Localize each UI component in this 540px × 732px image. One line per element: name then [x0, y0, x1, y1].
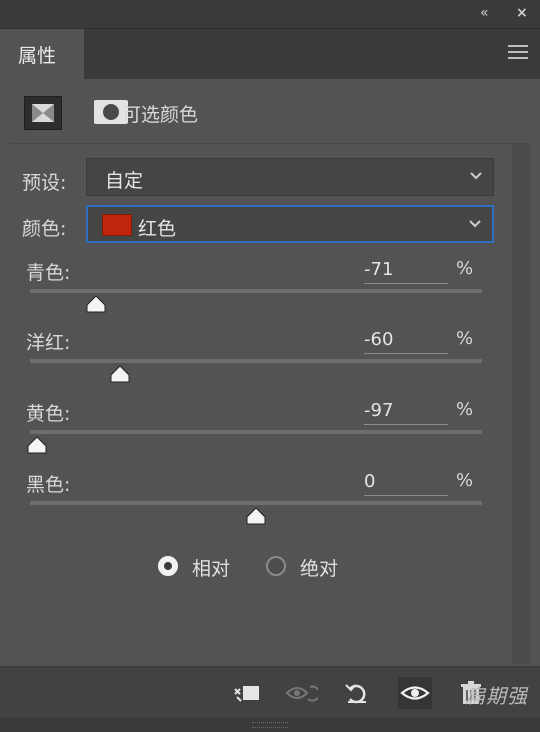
magenta-slider-thumb[interactable] [109, 365, 131, 383]
clip-to-layer-icon[interactable] [230, 677, 264, 709]
colors-value: 红色 [138, 218, 177, 240]
yellow-label: 黄色: [26, 403, 71, 425]
cyan-label: 青色: [26, 262, 71, 284]
tab-label: 属性 [18, 45, 57, 67]
collapse-icon[interactable]: « [480, 4, 489, 22]
chevron-down-icon [469, 220, 481, 228]
magenta-label: 洋红: [26, 332, 71, 354]
view-previous-state-icon[interactable] [284, 677, 318, 709]
black-label: 黑色: [26, 474, 71, 496]
magenta-slider-track[interactable] [30, 359, 482, 363]
panel-title-bar: « × [0, 0, 540, 29]
yellow-slider-thumb[interactable] [26, 436, 48, 454]
relative-radio[interactable] [158, 556, 178, 576]
tab-row: 属性 [0, 29, 540, 79]
scrollbar[interactable] [512, 144, 530, 664]
colors-dropdown[interactable]: 红色 [86, 205, 494, 243]
tab-properties[interactable]: 属性 [0, 29, 84, 79]
cyan-slider-thumb[interactable] [85, 295, 107, 313]
yellow-value-field[interactable]: -97 [364, 398, 448, 425]
divider [10, 143, 530, 144]
black-slider-thumb[interactable] [245, 507, 267, 525]
absolute-radio[interactable] [266, 556, 286, 576]
black-percent: % [456, 470, 474, 491]
panel-menu-icon[interactable] [508, 45, 528, 59]
method-radio-group: 相对 绝对 [158, 552, 398, 582]
bottom-toolbar [0, 666, 540, 719]
cyan-value-field[interactable]: -71 [364, 257, 448, 284]
cyan-percent: % [456, 258, 474, 279]
adjustment-title: 可选颜色 [122, 104, 199, 126]
resize-grip[interactable] [0, 718, 540, 732]
absolute-label[interactable]: 绝对 [300, 554, 338, 581]
magenta-percent: % [456, 328, 474, 349]
selective-color-adjustment-icon[interactable] [24, 96, 62, 130]
black-slider-track[interactable] [30, 501, 482, 505]
visibility-eye-icon[interactable] [398, 677, 432, 709]
yellow-percent: % [456, 399, 474, 420]
cyan-slider-track[interactable] [30, 289, 482, 293]
color-swatch [102, 214, 132, 236]
yellow-slider-track[interactable] [30, 430, 482, 434]
reset-icon[interactable] [340, 677, 374, 709]
preset-value: 自定 [105, 170, 144, 192]
chevron-down-icon [470, 172, 482, 180]
relative-label[interactable]: 相对 [192, 554, 230, 581]
watermark-text: 扁期强 [465, 684, 528, 708]
magenta-value-field[interactable]: -60 [364, 327, 448, 354]
preset-label: 预设: [22, 172, 67, 194]
close-icon[interactable]: × [516, 4, 528, 22]
black-value-field[interactable]: 0 [364, 469, 448, 496]
colors-label: 颜色: [22, 218, 67, 240]
preset-dropdown[interactable]: 自定 [86, 158, 494, 196]
